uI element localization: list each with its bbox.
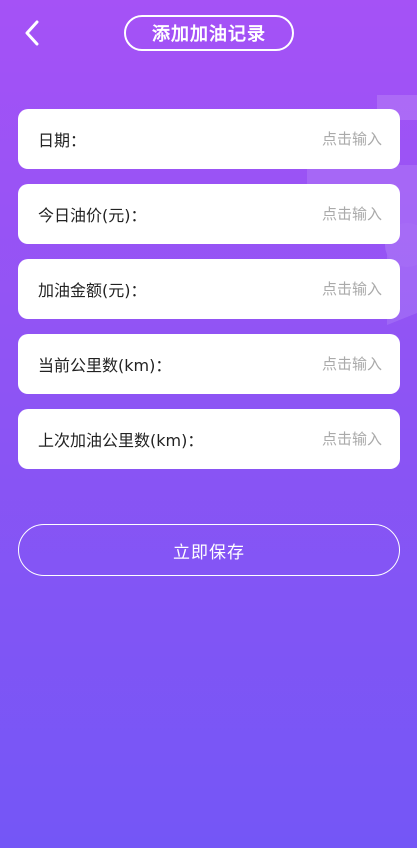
fuel-record-form: 日期： 今日油价(元)： 加油金额(元)： 当前公里数(km)： 上次加油公里数… [18,109,400,484]
last-mileage-field[interactable]: 上次加油公里数(km)： [18,409,400,469]
date-field[interactable]: 日期： [18,109,400,169]
fuel-price-input[interactable] [242,205,382,223]
current-mileage-label: 当前公里数(km)： [38,356,172,375]
header: 添加加油记录 [0,0,417,66]
date-label: 日期： [38,131,87,150]
back-button[interactable] [18,18,46,48]
fuel-amount-label: 加油金额(元)： [38,281,147,300]
fuel-amount-field[interactable]: 加油金额(元)： [18,259,400,319]
last-mileage-label: 上次加油公里数(km)： [38,431,204,450]
fuel-amount-input[interactable] [242,280,382,298]
fuel-price-field[interactable]: 今日油价(元)： [18,184,400,244]
save-button[interactable]: 立即保存 [18,524,400,576]
current-mileage-field[interactable]: 当前公里数(km)： [18,334,400,394]
chevron-left-icon [25,20,39,46]
last-mileage-input[interactable] [242,430,382,448]
fuel-price-label: 今日油价(元)： [38,206,147,225]
page-title: 添加加油记录 [124,15,294,51]
current-mileage-input[interactable] [242,355,382,373]
date-input[interactable] [242,130,382,148]
